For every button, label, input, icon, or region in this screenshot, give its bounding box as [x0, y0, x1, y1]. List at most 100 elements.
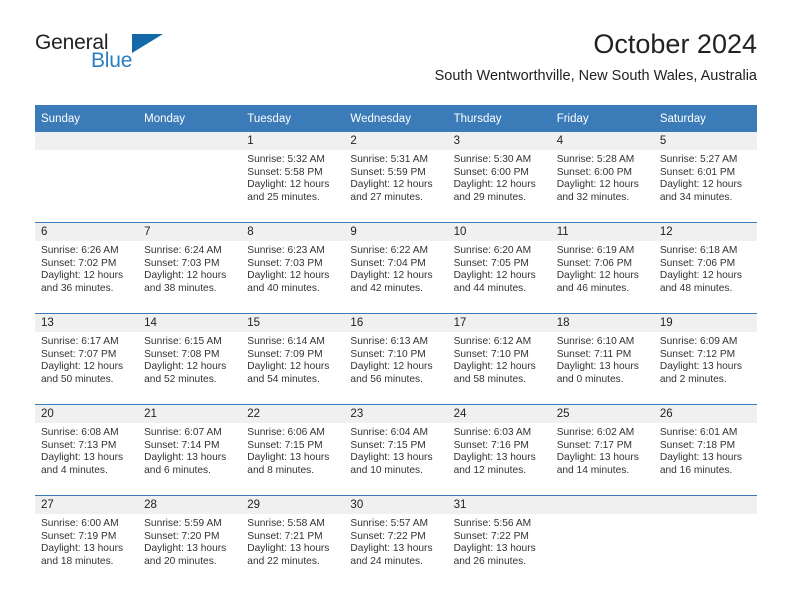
day-number: 5 [653, 132, 757, 150]
day-cell[interactable]: 7 Sunrise: 6:24 AM Sunset: 7:03 PM Daylight… [138, 222, 242, 314]
day-number: 28 [138, 496, 242, 514]
sunset-text: Sunset: 7:10 PM [350, 348, 426, 360]
sunset-text: Sunset: 7:04 PM [350, 257, 426, 269]
sunrise-text: Sunrise: 6:14 AM [247, 336, 325, 347]
day-cell[interactable]: 9 Sunrise: 6:22 AM Sunset: 7:04 PM Daylight… [344, 222, 448, 314]
sunset-text: Sunset: 7:08 PM [144, 348, 220, 360]
weekday-header-tuesday: Tuesday [241, 105, 345, 132]
sunset-text: Sunset: 7:14 PM [144, 439, 220, 451]
daylight-text-line2: and 54 minutes. [247, 373, 320, 385]
day-cell[interactable]: 11 Sunrise: 6:19 AM Sunset: 7:06 PM Dayligh… [550, 222, 654, 314]
day-details: Sunrise: 6:22 AM Sunset: 7:04 PM Daylight:… [344, 241, 447, 295]
day-cell[interactable]: 14 Sunrise: 6:15 AM Sunset: 7:08 PM Dayligh… [138, 313, 242, 405]
day-cell[interactable]: 6 Sunrise: 6:26 AM Sunset: 7:02 PM Daylight… [35, 222, 139, 314]
page-header: General Blue October 2024 South Wentwort… [35, 28, 757, 98]
daylight-text-line1: Daylight: 12 hours [453, 361, 536, 373]
day-cell[interactable] [138, 132, 242, 223]
day-number [138, 132, 242, 150]
day-cell[interactable]: 8 Sunrise: 6:23 AM Sunset: 7:03 PM Daylight… [241, 222, 345, 314]
day-cell[interactable]: 17 Sunrise: 6:12 AM Sunset: 7:10 PM Dayligh… [447, 313, 551, 405]
day-cell[interactable]: 1 Sunrise: 5:32 AM Sunset: 5:58 PM Daylight… [241, 132, 345, 223]
day-number: 21 [138, 405, 242, 423]
daylight-text-line1: Daylight: 12 hours [659, 179, 742, 191]
day-cell[interactable]: 20 Sunrise: 6:08 AM Sunset: 7:13 PM Dayligh… [35, 404, 139, 496]
sunrise-text: Sunrise: 6:23 AM [247, 245, 325, 256]
calendar-header-row: Sunday Monday Tuesday Wednesday Thursday… [35, 105, 757, 132]
daylight-text-line1: Daylight: 13 hours [453, 452, 536, 464]
day-cell[interactable]: 23 Sunrise: 6:04 AM Sunset: 7:15 PM Dayligh… [344, 404, 448, 496]
day-cell[interactable]: 25 Sunrise: 6:02 AM Sunset: 7:17 PM Dayligh… [550, 404, 654, 496]
sunrise-text: Sunrise: 6:20 AM [453, 245, 532, 256]
sunset-text: Sunset: 7:11 PM [556, 348, 632, 360]
day-cell[interactable]: 31 Sunrise: 5:56 AM Sunset: 7:22 PM Dayligh… [447, 495, 551, 586]
calendar-week-row: 6 Sunrise: 6:26 AM Sunset: 7:02 PM Daylight… [35, 222, 757, 314]
day-details: Sunrise: 5:32 AM Sunset: 5:58 PM Daylight:… [241, 150, 344, 204]
day-cell[interactable] [35, 132, 139, 223]
daylight-text-line2: and 24 minutes. [350, 555, 423, 567]
day-cell[interactable]: 18 Sunrise: 6:10 AM Sunset: 7:11 PM Dayligh… [550, 313, 654, 405]
general-blue-logo[interactable]: General Blue [35, 32, 215, 88]
day-number: 19 [653, 314, 757, 332]
sunset-text: Sunset: 5:59 PM [350, 166, 426, 178]
day-details [654, 514, 757, 518]
day-number: 9 [344, 223, 448, 241]
day-cell[interactable]: 19 Sunrise: 6:09 AM Sunset: 7:12 PM Dayligh… [653, 313, 757, 405]
day-number [35, 132, 139, 150]
day-cell[interactable]: 3 Sunrise: 5:30 AM Sunset: 6:00 PM Daylight… [447, 132, 551, 223]
day-cell[interactable]: 16 Sunrise: 6:13 AM Sunset: 7:10 PM Dayligh… [344, 313, 448, 405]
day-number: 14 [138, 314, 242, 332]
day-number [550, 496, 654, 514]
day-cell[interactable]: 12 Sunrise: 6:18 AM Sunset: 7:06 PM Dayligh… [653, 222, 757, 314]
daylight-text-line2: and 10 minutes. [350, 464, 423, 476]
day-number: 26 [653, 405, 757, 423]
day-cell[interactable]: 21 Sunrise: 6:07 AM Sunset: 7:14 PM Dayligh… [138, 404, 242, 496]
sunrise-text: Sunrise: 6:04 AM [350, 427, 429, 438]
day-cell[interactable]: 24 Sunrise: 6:03 AM Sunset: 7:16 PM Dayligh… [447, 404, 551, 496]
day-number: 15 [241, 314, 345, 332]
day-details: Sunrise: 6:12 AM Sunset: 7:10 PM Daylight:… [448, 332, 551, 386]
logo-triangle-icon [132, 34, 163, 53]
day-details: Sunrise: 6:06 AM Sunset: 7:15 PM Daylight:… [241, 423, 344, 477]
day-details [35, 150, 138, 154]
sunrise-text: Sunrise: 5:57 AM [350, 518, 429, 529]
day-number: 11 [550, 223, 654, 241]
sunrise-text: Sunrise: 5:31 AM [350, 154, 429, 165]
daylight-text-line2: and 52 minutes. [144, 373, 217, 385]
daylight-text-line2: and 40 minutes. [247, 282, 320, 294]
daylight-text-line2: and 44 minutes. [453, 282, 527, 294]
day-details: Sunrise: 5:28 AM Sunset: 6:00 PM Daylight:… [551, 150, 654, 204]
day-details: Sunrise: 6:13 AM Sunset: 7:10 PM Daylight:… [344, 332, 447, 386]
daylight-text-line1: Daylight: 12 hours [659, 270, 742, 282]
day-cell[interactable]: 4 Sunrise: 5:28 AM Sunset: 6:00 PM Daylight… [550, 132, 654, 223]
daylight-text-line1: Daylight: 13 hours [556, 452, 639, 464]
sunrise-text: Sunrise: 6:01 AM [659, 427, 738, 438]
day-cell[interactable]: 10 Sunrise: 6:20 AM Sunset: 7:05 PM Dayligh… [447, 222, 551, 314]
sunrise-text: Sunrise: 6:07 AM [144, 427, 222, 438]
daylight-text-line1: Daylight: 13 hours [659, 452, 742, 464]
day-cell[interactable]: 15 Sunrise: 6:14 AM Sunset: 7:09 PM Dayligh… [241, 313, 345, 405]
sunset-text: Sunset: 7:02 PM [41, 257, 117, 269]
sunrise-text: Sunrise: 6:12 AM [453, 336, 532, 347]
location-subtitle: South Wentworthville, New South Wales, A… [434, 68, 757, 84]
sunset-text: Sunset: 7:12 PM [659, 348, 736, 360]
day-cell[interactable]: 27 Sunrise: 6:00 AM Sunset: 7:19 PM Dayligh… [35, 495, 139, 586]
day-cell[interactable]: 13 Sunrise: 6:17 AM Sunset: 7:07 PM Dayligh… [35, 313, 139, 405]
day-cell[interactable]: 5 Sunrise: 5:27 AM Sunset: 6:01 PM Daylight… [653, 132, 757, 223]
day-cell[interactable]: 2 Sunrise: 5:31 AM Sunset: 5:59 PM Daylight… [344, 132, 448, 223]
daylight-text-line2: and 20 minutes. [144, 555, 217, 567]
day-details: Sunrise: 6:09 AM Sunset: 7:12 PM Daylight:… [654, 332, 757, 386]
daylight-text-line2: and 0 minutes. [556, 373, 624, 385]
day-cell[interactable] [653, 495, 757, 586]
sunrise-text: Sunrise: 6:09 AM [659, 336, 738, 347]
day-cell[interactable]: 30 Sunrise: 5:57 AM Sunset: 7:22 PM Dayligh… [344, 495, 448, 586]
day-cell[interactable]: 28 Sunrise: 5:59 AM Sunset: 7:20 PM Dayligh… [138, 495, 242, 586]
calendar-body: 1 Sunrise: 5:32 AM Sunset: 5:58 PM Daylight… [35, 132, 757, 586]
day-cell[interactable]: 22 Sunrise: 6:06 AM Sunset: 7:15 PM Dayligh… [241, 404, 345, 496]
day-cell[interactable]: 26 Sunrise: 6:01 AM Sunset: 7:18 PM Dayligh… [653, 404, 757, 496]
day-cell[interactable]: 29 Sunrise: 5:58 AM Sunset: 7:21 PM Dayligh… [241, 495, 345, 586]
day-number: 22 [241, 405, 345, 423]
day-cell[interactable] [550, 495, 654, 586]
sunset-text: Sunset: 7:03 PM [247, 257, 323, 269]
day-number: 1 [241, 132, 345, 150]
day-details: Sunrise: 6:20 AM Sunset: 7:05 PM Daylight:… [448, 241, 551, 295]
